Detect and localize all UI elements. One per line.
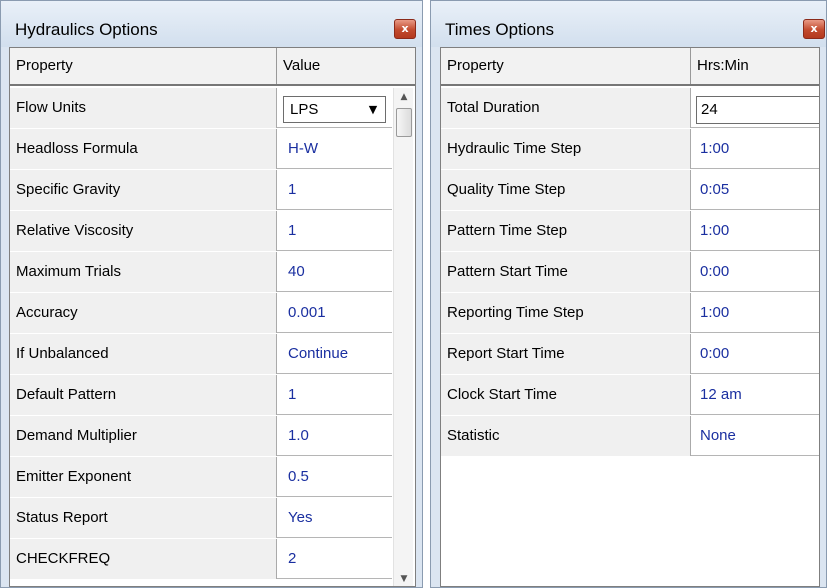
property-label: If Unbalanced [10,334,277,374]
table-row[interactable]: Maximum Trials 40 [10,252,392,292]
table-row[interactable]: Flow Units LPS ▼ [10,88,392,128]
property-label: Clock Start Time [441,375,691,415]
value-cell[interactable]: LPS ▼ [280,88,390,128]
property-label: Status Report [10,498,277,538]
value-cell[interactable]: Yes [280,498,390,538]
table-row[interactable]: Default Pattern 1 [10,375,392,415]
times-close-button[interactable]: x [803,19,825,39]
property-label: Pattern Start Time [441,252,691,292]
table-row[interactable]: Clock Start Time 12 am [441,375,819,415]
value-cell[interactable]: 24 [694,88,819,128]
property-label: Hydraulic Time Step [441,129,691,169]
value-cell[interactable]: 0:05 [694,170,818,210]
table-row[interactable]: Headloss Formula H-W [10,129,392,169]
table-row[interactable]: Specific Gravity 1 [10,170,392,210]
table-row[interactable]: Hydraulic Time Step 1:00 [441,129,819,169]
hydraulics-property-grid: Property Value Flow Units LPS ▼ Headloss… [9,47,416,587]
property-label: Specific Gravity [10,170,277,210]
scrollbar-thumb[interactable] [396,108,412,137]
table-row[interactable]: Emitter Exponent 0.5 [10,457,392,497]
value-cell[interactable]: 1:00 [694,211,818,251]
property-column-header[interactable]: Property [10,48,277,84]
property-label: Report Start Time [441,334,691,374]
table-row[interactable]: Relative Viscosity 1 [10,211,392,251]
value-cell[interactable]: 0.5 [280,457,390,497]
table-row[interactable]: Status Report Yes [10,498,392,538]
total-duration-input[interactable]: 24 [696,96,819,124]
times-options-window: Times Options x Property Hrs:Min Total D… [430,0,827,588]
vertical-scrollbar[interactable]: ▲ ▼ [393,88,414,586]
value-cell[interactable]: None [694,416,818,456]
property-label: CHECKFREQ [10,539,277,579]
value-cell[interactable]: 1 [280,170,390,210]
hydraulics-grid-header: Property Value [10,48,415,86]
table-row[interactable]: Total Duration 24 [441,88,819,128]
chevron-down-icon[interactable]: ▼ [362,98,384,121]
value-cell[interactable]: 0:00 [694,252,818,292]
value-cell[interactable]: 40 [280,252,390,292]
value-cell[interactable]: 1 [280,211,390,251]
value-cell[interactable]: 1.0 [280,416,390,456]
times-property-grid: Property Hrs:Min Total Duration 24 Hydra… [440,47,820,587]
property-label: Statistic [441,416,691,456]
value-column-header[interactable]: Value [277,48,415,84]
value-cell[interactable]: 2 [280,539,390,579]
table-row[interactable]: Report Start Time 0:00 [441,334,819,374]
value-cell[interactable]: 12 am [694,375,818,415]
scroll-down-icon[interactable]: ▼ [394,570,414,586]
property-label: Flow Units [10,88,277,128]
property-label: Emitter Exponent [10,457,277,497]
property-label: Relative Viscosity [10,211,277,251]
table-row[interactable]: Pattern Time Step 1:00 [441,211,819,251]
hydraulics-title-bar[interactable]: Hydraulics Options x [1,1,422,47]
table-row[interactable]: Quality Time Step 0:05 [441,170,819,210]
table-row[interactable]: CHECKFREQ 2 [10,539,392,579]
hydraulics-title: Hydraulics Options [15,20,158,39]
property-label: Accuracy [10,293,277,333]
hydraulics-close-button[interactable]: x [394,19,416,39]
table-row[interactable]: Pattern Start Time 0:00 [441,252,819,292]
table-row[interactable]: Reporting Time Step 1:00 [441,293,819,333]
times-title: Times Options [445,20,554,39]
value-cell[interactable]: 1 [280,375,390,415]
value-cell[interactable]: 1:00 [694,293,818,333]
value-cell[interactable]: Continue [280,334,390,374]
property-label: Default Pattern [10,375,277,415]
close-icon: x [401,22,409,35]
property-label: Total Duration [441,88,691,128]
hrs-min-column-header[interactable]: Hrs:Min [691,48,819,84]
property-label: Reporting Time Step [441,293,691,333]
property-label: Headloss Formula [10,129,277,169]
property-label: Pattern Time Step [441,211,691,251]
scroll-up-icon[interactable]: ▲ [394,88,414,106]
value-cell[interactable]: 0.001 [280,293,390,333]
property-label: Demand Multiplier [10,416,277,456]
table-row[interactable]: Demand Multiplier 1.0 [10,416,392,456]
property-label: Maximum Trials [10,252,277,292]
property-column-header[interactable]: Property [441,48,691,84]
flow-units-select[interactable]: LPS ▼ [283,96,386,123]
table-row[interactable]: Statistic None [441,416,819,456]
table-row[interactable]: If Unbalanced Continue [10,334,392,374]
hydraulics-options-window: Hydraulics Options x Property Value Flow… [0,0,423,588]
property-label: Quality Time Step [441,170,691,210]
value-cell[interactable]: 0:00 [694,334,818,374]
times-grid-header: Property Hrs:Min [441,48,819,86]
value-cell[interactable]: 1:00 [694,129,818,169]
close-icon: x [810,22,818,35]
value-cell[interactable]: H-W [280,129,390,169]
table-row[interactable]: Accuracy 0.001 [10,293,392,333]
times-title-bar[interactable]: Times Options x [431,1,826,47]
flow-units-value: LPS [290,101,319,118]
